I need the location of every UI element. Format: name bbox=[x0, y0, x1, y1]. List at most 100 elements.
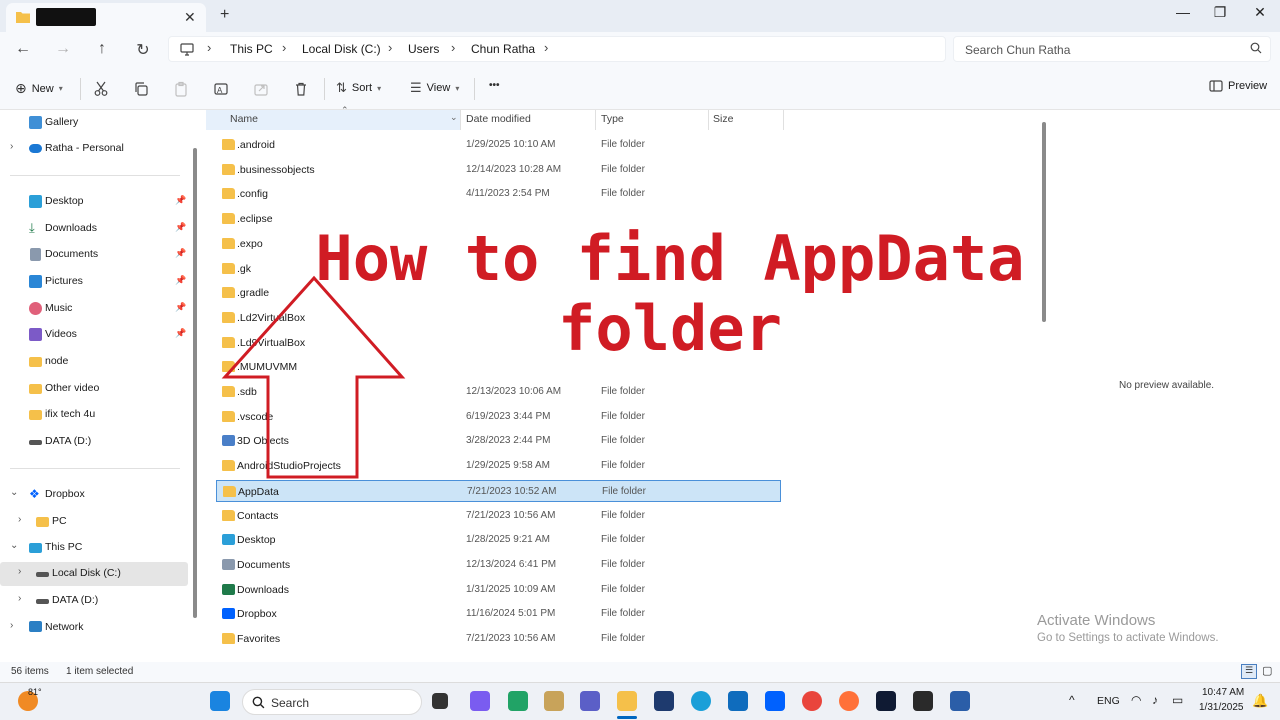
language-indicator[interactable]: ENG bbox=[1097, 695, 1120, 707]
file-row[interactable]: Dropbox 11/16/2024 5:01 PM File folder bbox=[216, 603, 781, 625]
notification-bell-icon[interactable]: 🔔 bbox=[1252, 693, 1268, 709]
close-window-button[interactable]: ✕ bbox=[1237, 4, 1280, 21]
chevron-right-icon[interactable]: › bbox=[10, 141, 13, 152]
crumb-local-disk[interactable]: Local Disk (C:) bbox=[302, 42, 381, 56]
windows-start-icon[interactable] bbox=[210, 691, 230, 711]
cut-icon[interactable] bbox=[93, 81, 109, 97]
file-row[interactable]: .businessobjects 12/14/2023 10:28 AM File … bbox=[216, 159, 781, 181]
paste-icon[interactable] bbox=[173, 81, 189, 97]
file-row[interactable]: Favorites 7/21/2023 10:56 AM File folder bbox=[216, 628, 781, 650]
chrome-icon[interactable] bbox=[802, 691, 822, 711]
rename-icon[interactable]: A bbox=[213, 81, 229, 97]
sidebar-item-other-video[interactable]: Other video bbox=[0, 377, 188, 401]
column-divider[interactable] bbox=[783, 110, 784, 130]
refresh-icon[interactable]: ↻ bbox=[133, 40, 153, 60]
sidebar-item-pc[interactable]: › PC bbox=[0, 510, 188, 534]
typora-icon[interactable] bbox=[913, 691, 933, 711]
column-header-size[interactable]: Size bbox=[709, 110, 783, 130]
sidebar-item-documents[interactable]: Documents 📌 bbox=[0, 243, 188, 267]
back-arrow-icon[interactable]: ← bbox=[13, 40, 33, 58]
more-options-button[interactable]: ••• bbox=[489, 80, 500, 91]
battery-icon[interactable]: ▭ bbox=[1172, 693, 1183, 707]
file-row[interactable]: .config 4/11/2023 2:54 PM File folder bbox=[216, 183, 781, 205]
task-view-icon[interactable] bbox=[432, 693, 448, 709]
sidebar-item-gallery[interactable]: Gallery bbox=[0, 111, 188, 135]
share-icon[interactable] bbox=[253, 81, 269, 97]
chevron-right-icon[interactable]: › bbox=[388, 40, 392, 55]
sidebar-item-desktop[interactable]: Desktop 📌 bbox=[0, 190, 188, 214]
up-arrow-icon[interactable]: ↑ bbox=[92, 40, 112, 58]
sidebar-item-node[interactable]: node bbox=[0, 350, 188, 374]
file-row[interactable]: .android 1/29/2025 10:10 AM File folder bbox=[216, 134, 781, 156]
sidebar-item-downloads[interactable]: ⤓ Downloads 📌 bbox=[0, 217, 188, 241]
teams-icon[interactable] bbox=[580, 691, 600, 711]
crumb-chun-ratha[interactable]: Chun Ratha bbox=[471, 42, 535, 56]
new-tab-button[interactable]: + bbox=[220, 6, 229, 24]
store-icon[interactable] bbox=[654, 691, 674, 711]
new-button[interactable]: ⊕ New ▾ bbox=[15, 80, 63, 97]
file-row[interactable]: Downloads 1/31/2025 10:09 AM File folder bbox=[216, 579, 781, 601]
sidebar-item-data-drive-2[interactable]: › DATA (D:) bbox=[0, 589, 188, 613]
column-header-type[interactable]: Type bbox=[596, 110, 708, 130]
delete-icon[interactable] bbox=[293, 81, 309, 97]
details-view-icon[interactable]: ☰ bbox=[1241, 664, 1257, 679]
file-row[interactable]: Desktop 1/28/2025 9:21 AM File folder bbox=[216, 529, 781, 551]
pin-icon[interactable]: 📌 bbox=[175, 328, 186, 339]
chevron-down-icon[interactable]: ⌄ bbox=[10, 540, 18, 551]
chevron-right-icon[interactable]: › bbox=[18, 566, 21, 577]
sidebar-item-this-pc[interactable]: ⌄ This PC bbox=[0, 536, 188, 560]
remote-desktop-icon[interactable] bbox=[950, 691, 970, 711]
column-header-date[interactable]: Date modified bbox=[461, 110, 595, 130]
file-row[interactable]: Documents 12/13/2024 6:41 PM File folder bbox=[216, 554, 781, 576]
crumb-users[interactable]: Users bbox=[408, 42, 439, 56]
copilot-icon[interactable] bbox=[470, 691, 490, 711]
tiles-view-icon[interactable]: ▢ bbox=[1262, 664, 1272, 677]
tray-overflow-icon[interactable]: ^ bbox=[1069, 693, 1075, 707]
forward-arrow-icon[interactable]: → bbox=[53, 40, 73, 58]
chevron-down-icon[interactable]: ⌄ bbox=[450, 112, 458, 123]
tab-close-icon[interactable]: ✕ bbox=[184, 9, 196, 26]
sidebar-item-ifix-tech[interactable]: ifix tech 4u bbox=[0, 403, 188, 427]
pin-icon[interactable]: 📌 bbox=[175, 302, 186, 313]
chevron-right-icon[interactable]: › bbox=[451, 40, 455, 55]
chevron-right-icon[interactable]: › bbox=[544, 40, 548, 55]
search-box[interactable]: Search Chun Ratha bbox=[953, 36, 1271, 62]
sidebar-item-pictures[interactable]: Pictures 📌 bbox=[0, 270, 188, 294]
volume-icon[interactable]: ♪ bbox=[1152, 693, 1158, 707]
app-icon[interactable] bbox=[544, 691, 564, 711]
sort-button[interactable]: ⇅ Sort ▾ bbox=[336, 80, 381, 96]
clock-time[interactable]: 10:47 AM bbox=[1202, 687, 1244, 698]
sidebar-item-videos[interactable]: Videos 📌 bbox=[0, 323, 188, 347]
chevron-down-icon[interactable]: ⌄ bbox=[10, 487, 18, 498]
edge-icon[interactable] bbox=[691, 691, 711, 711]
sidebar-item-music[interactable]: Music 📌 bbox=[0, 297, 188, 321]
chevron-right-icon[interactable]: › bbox=[18, 514, 21, 525]
pin-icon[interactable]: 📌 bbox=[175, 275, 186, 286]
pin-icon[interactable]: 📌 bbox=[175, 248, 186, 259]
pycharm-icon[interactable] bbox=[508, 691, 528, 711]
crumb-this-pc[interactable]: This PC bbox=[230, 42, 273, 56]
firefox-icon[interactable] bbox=[839, 691, 859, 711]
copy-icon[interactable] bbox=[133, 81, 149, 97]
sidebar-item-dropbox[interactable]: ⌄ ❖ Dropbox bbox=[0, 483, 188, 507]
view-button[interactable]: ☰ View ▾ bbox=[410, 80, 459, 96]
pin-icon[interactable]: 📌 bbox=[175, 195, 186, 206]
sidebar-scrollbar[interactable] bbox=[193, 148, 197, 618]
sidebar-item-data-drive[interactable]: DATA (D:) bbox=[0, 430, 188, 454]
chevron-right-icon[interactable]: › bbox=[10, 620, 13, 631]
pin-icon[interactable]: 📌 bbox=[175, 222, 186, 233]
clock-date[interactable]: 1/31/2025 bbox=[1199, 702, 1244, 713]
file-explorer-icon[interactable] bbox=[617, 691, 637, 711]
file-row[interactable]: Contacts 7/21/2023 10:56 AM File folder bbox=[216, 505, 781, 527]
dropbox-icon[interactable] bbox=[765, 691, 785, 711]
photoshop-icon[interactable] bbox=[876, 691, 896, 711]
outlook-icon[interactable] bbox=[728, 691, 748, 711]
address-bar[interactable]: › This PC › Local Disk (C:) › Users › Ch… bbox=[168, 36, 946, 62]
explorer-tab[interactable]: ✕ bbox=[6, 3, 206, 32]
sidebar-item-local-disk[interactable]: › Local Disk (C:) bbox=[0, 562, 188, 586]
chevron-right-icon[interactable]: › bbox=[18, 593, 21, 604]
sidebar-item-ratha-personal[interactable]: › Ratha - Personal bbox=[0, 137, 188, 161]
preview-button[interactable]: Preview bbox=[1209, 80, 1267, 92]
taskbar-search[interactable]: Search bbox=[242, 689, 422, 715]
wifi-icon[interactable]: ◠ bbox=[1131, 693, 1141, 707]
